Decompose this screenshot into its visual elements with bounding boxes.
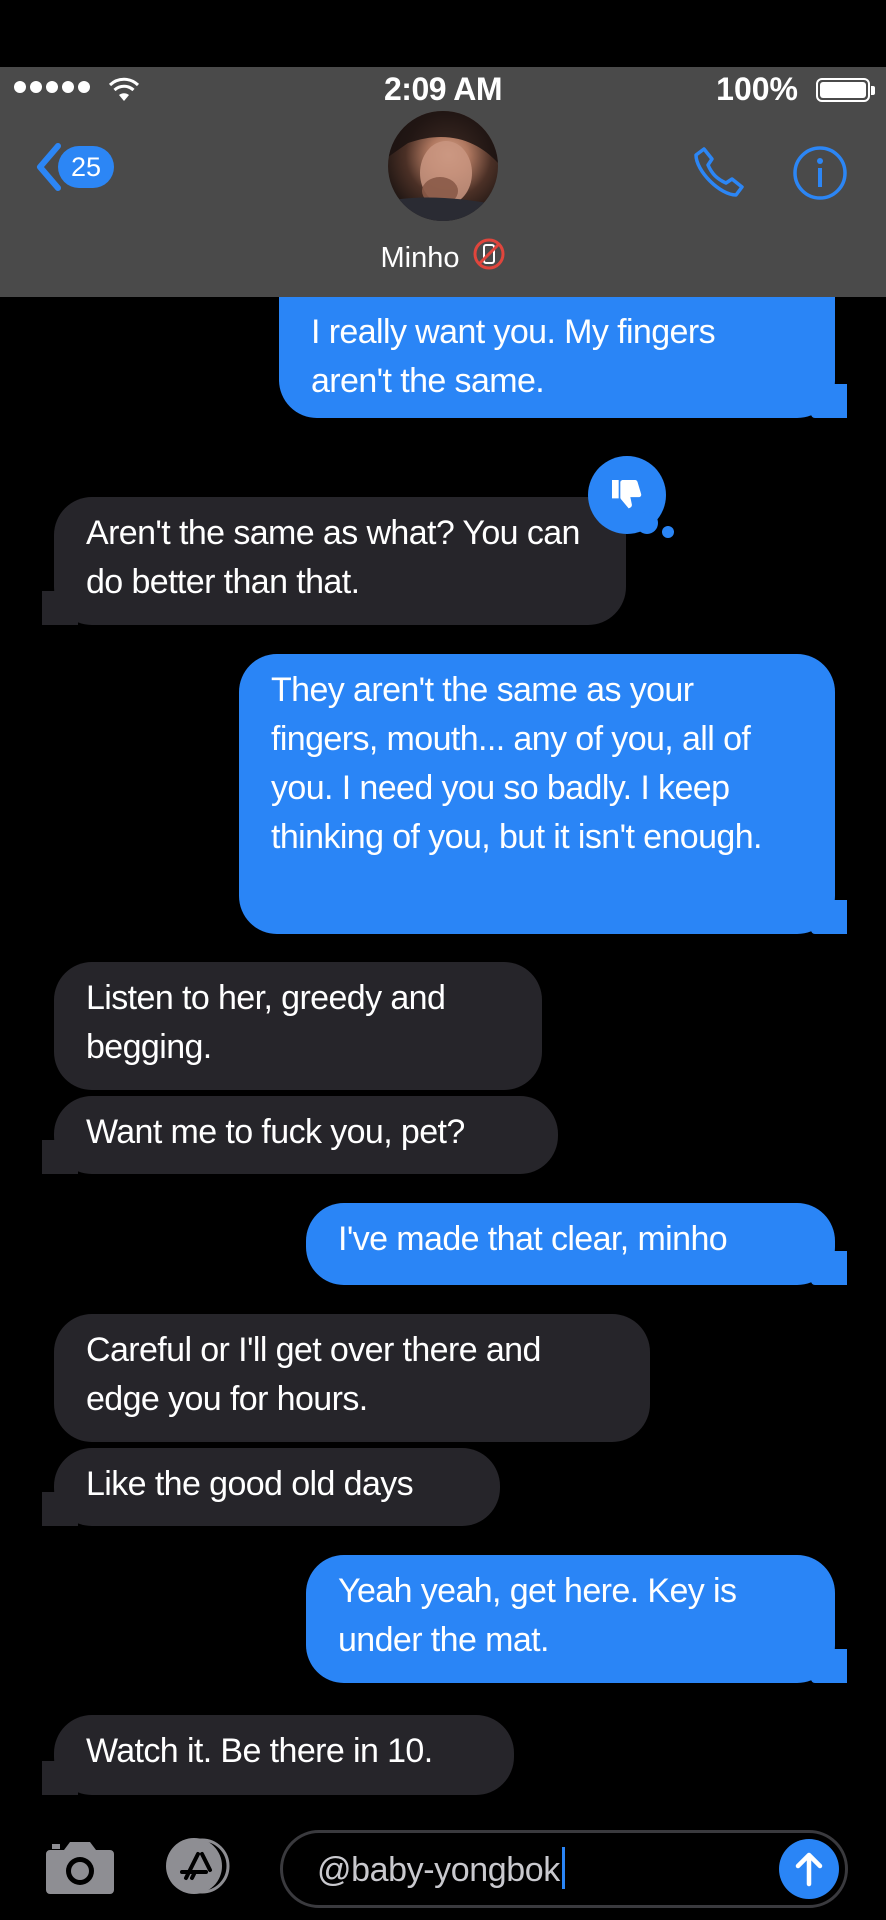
message-bubble-received[interactable]: Careful or I'll get over there and edge …: [54, 1314, 650, 1442]
message-bubble-received[interactable]: Listen to her, greedy and begging.: [54, 962, 542, 1090]
unread-count-badge: 25: [58, 146, 114, 188]
battery-percent: 100%: [716, 71, 798, 107]
arrow-up-icon: [795, 1852, 823, 1887]
avatar[interactable]: [388, 111, 498, 221]
message-input-text[interactable]: @baby-yongbok: [317, 1847, 565, 1890]
message-text: Listen to her, greedy and begging.: [86, 979, 446, 1066]
tapback-tail: [636, 512, 658, 534]
info-icon[interactable]: [792, 145, 848, 201]
message-bubble-received[interactable]: Watch it. Be there in 10.: [42, 1715, 514, 1795]
message-text: Want me to fuck you, pet?: [86, 1113, 465, 1151]
text-caret: [561, 1847, 565, 1889]
send-button[interactable]: [779, 1839, 839, 1899]
back-button[interactable]: 25: [34, 142, 114, 192]
message-bubble-sent[interactable]: They aren't the same as your fingers, mo…: [239, 654, 847, 934]
status-bar: 2:09 AM 100%: [0, 67, 886, 115]
message-bubble-sent[interactable]: I've made that clear, minho: [306, 1203, 847, 1285]
battery-icon: [816, 78, 875, 102]
message-bubble-sent[interactable]: Yeah yeah, get here. Key is under the ma…: [306, 1555, 847, 1683]
avatar-photo: [388, 111, 498, 221]
message-text: They aren't the same as your fingers, mo…: [271, 671, 762, 856]
app-store-icon[interactable]: [162, 1836, 242, 1896]
messages-screen: I really want you. My fingers aren't the…: [0, 0, 886, 1920]
message-text: Watch it. Be there in 10.: [86, 1732, 433, 1770]
phone-icon[interactable]: [690, 143, 748, 201]
message-text: I've made that clear, minho: [338, 1220, 728, 1258]
message-input[interactable]: @baby-yongbok: [280, 1830, 848, 1908]
message-text: Aren't the same as what? You can do bett…: [86, 514, 580, 601]
message-bubble-sent[interactable]: I really want you. My fingers aren't the…: [279, 282, 847, 418]
message-text: Yeah yeah, get here. Key is under the ma…: [338, 1572, 737, 1659]
conversation-header: 2:09 AM 100% 25 Minho: [0, 67, 886, 297]
thumbs-down-icon: [612, 480, 642, 509]
message-text: Careful or I'll get over there and edge …: [86, 1331, 541, 1418]
contact-name[interactable]: Minho: [0, 237, 886, 275]
message-text: I really want you. My fingers aren't the…: [311, 313, 716, 400]
message-bubble-received[interactable]: Want me to fuck you, pet?: [42, 1096, 558, 1174]
tapback-tail: [662, 526, 674, 538]
camera-icon[interactable]: [44, 1836, 116, 1896]
message-bubble-received[interactable]: Like the good old days: [42, 1448, 500, 1526]
do-not-disturb-icon: [473, 238, 505, 270]
message-text: Like the good old days: [86, 1465, 414, 1503]
message-bubble-received[interactable]: Aren't the same as what? You can do bett…: [42, 497, 626, 625]
